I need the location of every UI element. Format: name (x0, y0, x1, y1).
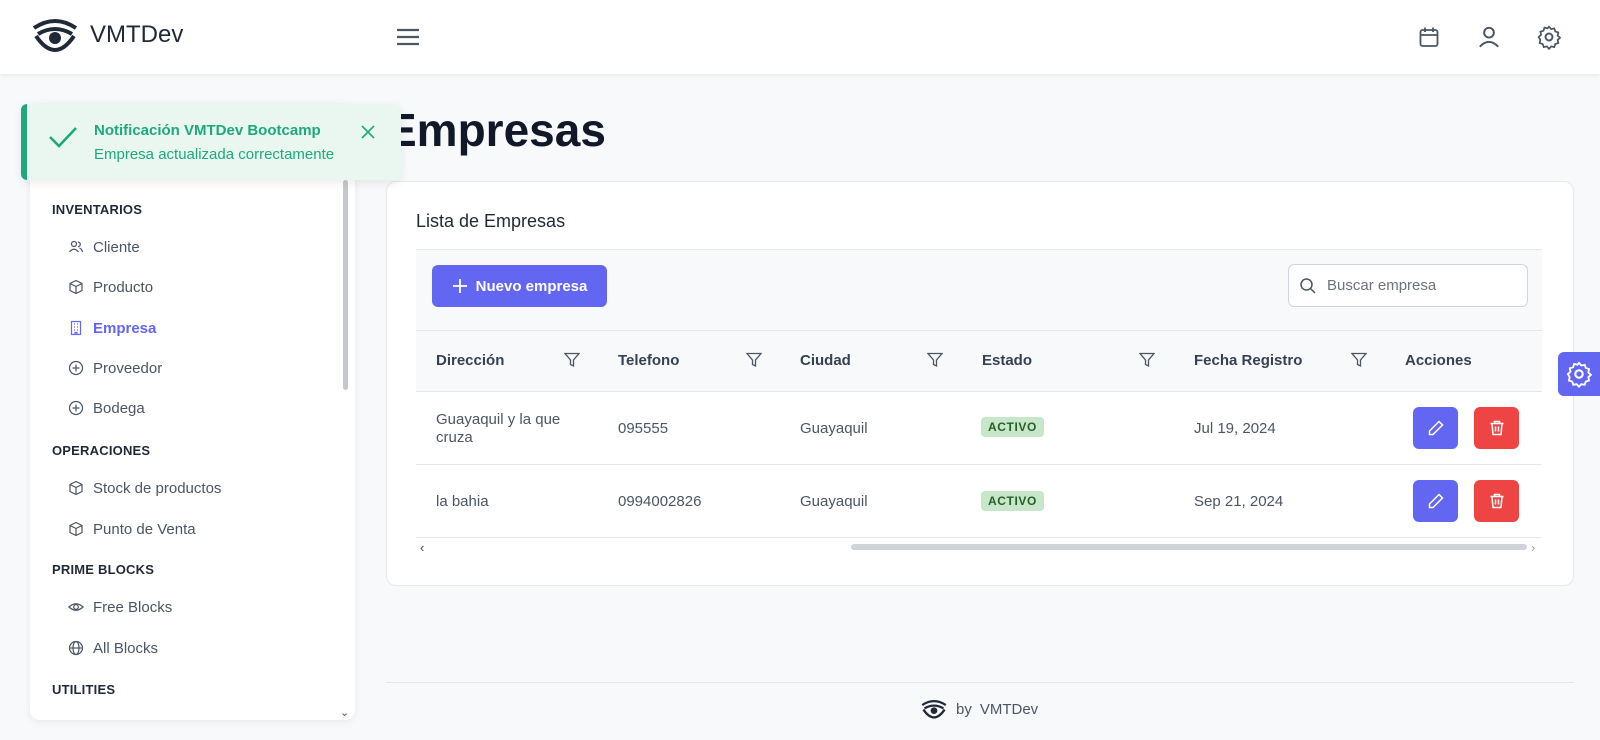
sidebar-item-producto[interactable]: Producto (68, 276, 153, 298)
sidebar-item-bodega[interactable]: Bodega (68, 397, 145, 419)
sidebar-section-operaciones: OPERACIONES (52, 443, 151, 458)
gear-icon (1537, 25, 1562, 50)
column-header-estado[interactable]: Estado (982, 352, 1032, 369)
cell-telefono: 0994002826 (618, 493, 702, 510)
cell-direccion: Guayaquil y la que cruza (436, 411, 561, 446)
cell-ciudad: Guayaquil (800, 493, 868, 510)
sidebar-item-empresa[interactable]: Empresa (68, 317, 156, 339)
sidebar-item-label: Bodega (93, 399, 145, 417)
sidebar-item-punto-de-venta[interactable]: Punto de Venta (68, 518, 196, 540)
sidebar-item-free-blocks[interactable]: Free Blocks (68, 596, 172, 618)
footer: by VMTDev (920, 697, 1038, 721)
plus-circle-icon (68, 360, 84, 376)
toast-notification: Notificación VMTDev Bootcamp Empresa act… (21, 104, 401, 180)
filter-icon[interactable] (1139, 352, 1155, 368)
sidebar-item-label: Proveedor (93, 359, 163, 377)
filter-icon[interactable] (1351, 352, 1367, 368)
cell-telefono: 095555 (618, 420, 669, 437)
footer-brand: VMTDev (979, 700, 1039, 718)
topbar: VMTDev (0, 0, 1600, 74)
box-icon (69, 480, 83, 496)
toast-title: Notificación VMTDev Bootcamp (94, 122, 321, 139)
calendar-button[interactable] (1414, 22, 1444, 52)
search-input[interactable] (1327, 265, 1522, 306)
brand-name: VMTDev (90, 21, 184, 48)
trash-icon (1490, 420, 1503, 436)
pencil-icon (1428, 493, 1444, 509)
pencil-icon (1428, 420, 1444, 436)
edit-button[interactable] (1413, 407, 1458, 449)
status-badge: ACTIVO (981, 417, 1044, 437)
card-title: Lista de Empresas (416, 211, 566, 231)
chevron-down-icon[interactable]: ⌄ (340, 706, 349, 719)
hamburger-icon (397, 28, 419, 46)
layout-config-button[interactable] (1558, 352, 1600, 396)
toast-message: Empresa actualizada correctamente (94, 146, 335, 163)
sidebar-section-utilities: UTILITIES (52, 682, 116, 697)
user-button[interactable] (1474, 22, 1504, 52)
sidebar-scrollbar[interactable] (343, 180, 348, 390)
search-icon (1299, 277, 1317, 295)
sidebar-item-label: Free Blocks (93, 598, 173, 616)
footer-divider (386, 682, 1574, 683)
sidebar-item-label: Producto (93, 278, 154, 296)
edit-button[interactable] (1413, 480, 1458, 522)
sidebar-item-all-blocks[interactable]: All Blocks (68, 637, 158, 659)
logo[interactable]: VMTDev (30, 14, 183, 56)
plus-circle-icon (68, 400, 84, 416)
page-title: Empresas (386, 104, 606, 156)
plus-icon (452, 279, 467, 293)
cell-fecha: Sep 21, 2024 (1194, 493, 1284, 510)
trash-icon (1490, 493, 1503, 509)
check-icon (47, 120, 79, 152)
column-header-fecha-registro[interactable]: Fecha Registro (1194, 352, 1302, 369)
sidebar-item-label: All Blocks (93, 639, 159, 657)
sidebar-item-label: Cliente (93, 238, 140, 256)
users-icon (69, 240, 84, 253)
sidebar-item-cliente[interactable]: Cliente (68, 236, 140, 258)
filter-icon[interactable] (927, 352, 943, 368)
sidebar-section-inventarios: INVENTARIOS (52, 202, 143, 217)
scroll-left-arrow[interactable]: ‹ (420, 540, 424, 555)
cell-ciudad: Guayaquil (800, 420, 868, 437)
sidebar-item-proveedor[interactable]: Proveedor (68, 357, 162, 379)
gear-icon (1566, 361, 1593, 388)
box-icon (69, 521, 83, 537)
eye-icon (68, 603, 84, 611)
column-header-ciudad[interactable]: Ciudad (800, 352, 851, 369)
logo-icon (30, 14, 80, 56)
sidebar-item-label: Stock de productos (93, 479, 222, 497)
settings-button[interactable] (1534, 22, 1564, 52)
box-icon (69, 279, 83, 295)
cell-direccion: la bahia (436, 493, 489, 510)
close-icon[interactable] (360, 124, 376, 140)
new-empresa-label: Nuevo empresa (475, 277, 588, 295)
hamburger-menu-button[interactable] (394, 23, 422, 51)
filter-icon[interactable] (564, 352, 580, 368)
table-header (416, 331, 1542, 392)
logo-icon (920, 697, 948, 721)
search-field (1288, 264, 1528, 307)
table-row (416, 465, 1542, 538)
delete-button[interactable] (1474, 407, 1519, 449)
sidebar-item-label: Empresa (93, 319, 157, 337)
footer-by: by (956, 700, 972, 718)
horizontal-scrollbar-thumb[interactable] (851, 544, 1527, 550)
column-header-telefono[interactable]: Telefono (618, 352, 679, 369)
filter-icon[interactable] (746, 352, 762, 368)
sidebar-section-prime-blocks: PRIME BLOCKS (52, 562, 155, 577)
user-icon (1479, 26, 1499, 48)
delete-button[interactable] (1474, 480, 1519, 522)
building-icon (70, 320, 82, 336)
globe-icon (68, 640, 84, 656)
new-empresa-button[interactable]: Nuevo empresa (432, 265, 607, 307)
calendar-icon (1419, 27, 1439, 47)
scroll-right-arrow[interactable]: › (1531, 540, 1535, 555)
column-header-direccion[interactable]: Dirección (436, 352, 504, 369)
cell-fecha: Jul 19, 2024 (1194, 420, 1276, 437)
column-header-acciones: Acciones (1405, 352, 1472, 369)
status-badge: ACTIVO (981, 491, 1044, 511)
sidebar-item-stock-de-productos[interactable]: Stock de productos (68, 477, 221, 499)
sidebar-item-label: Punto de Venta (93, 520, 196, 538)
